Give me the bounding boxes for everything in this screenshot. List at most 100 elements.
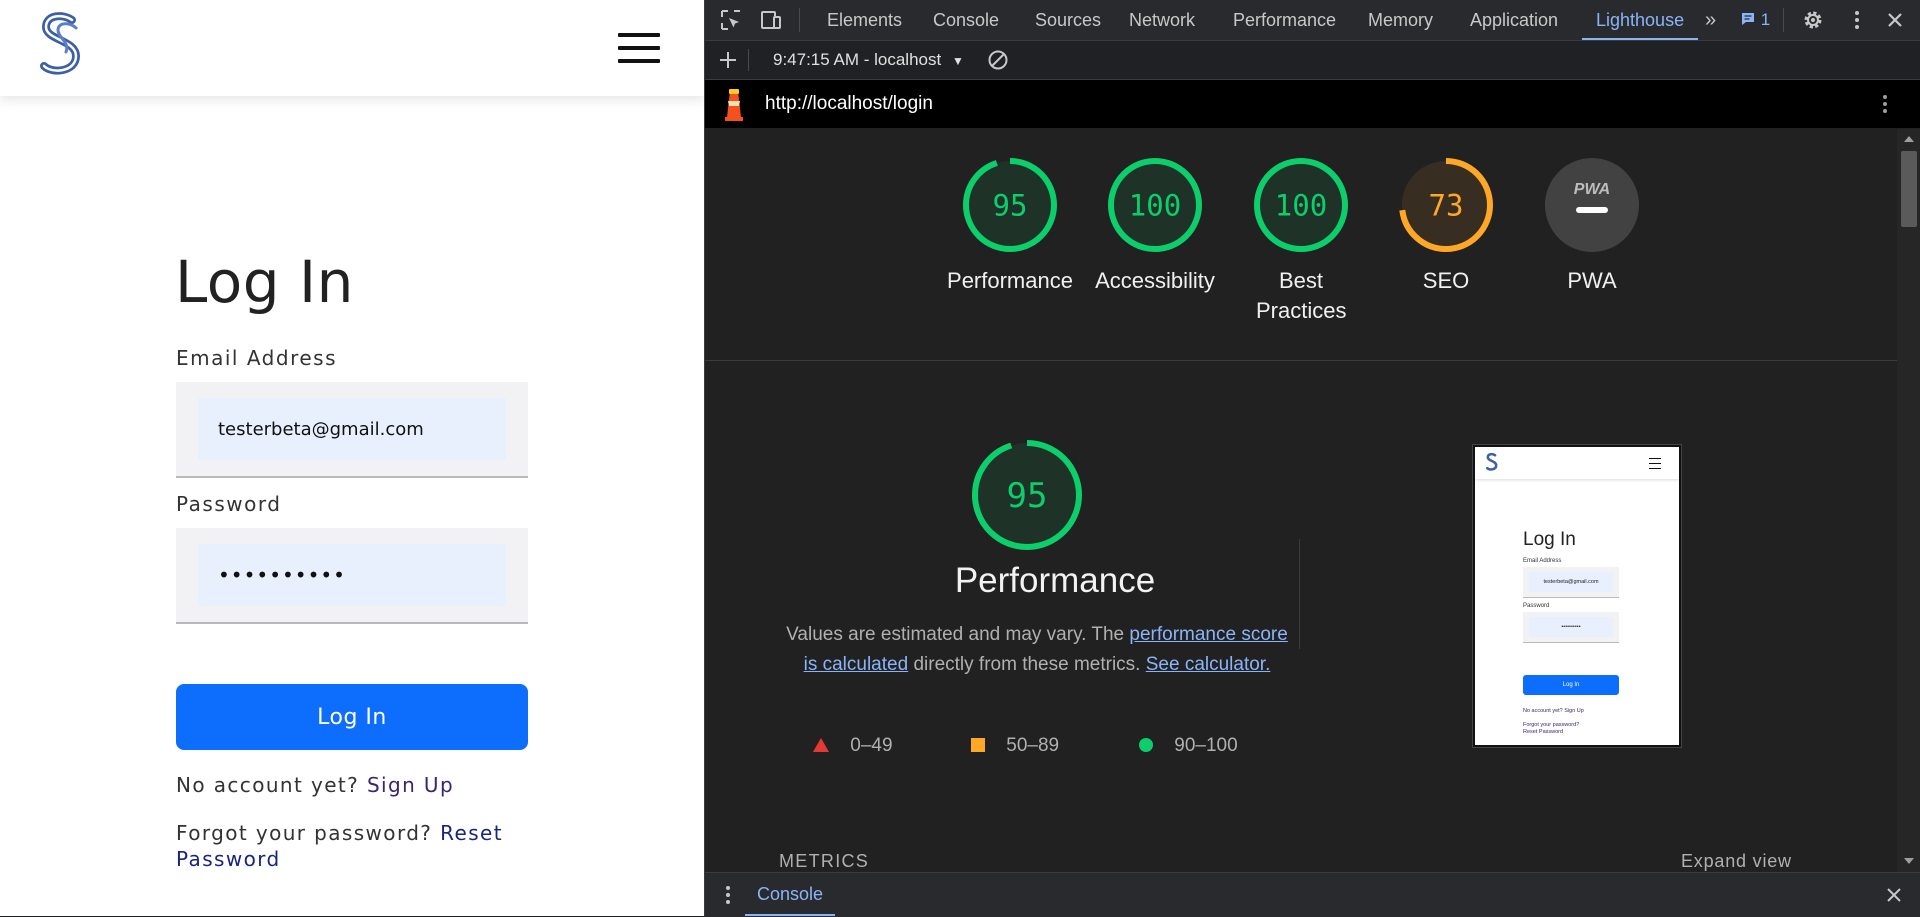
report-menu-icon[interactable] (1873, 92, 1897, 116)
password-input[interactable] (198, 544, 506, 606)
gauge-performance[interactable]: 95 Performance (935, 155, 1085, 296)
red-triangle-icon (813, 738, 829, 752)
scrollbar-thumb[interactable] (1901, 151, 1917, 227)
drawer-tab-console[interactable]: Console (745, 873, 836, 916)
clear-reports-icon[interactable] (987, 49, 1009, 71)
gauge-label: Accessibility (1095, 268, 1215, 293)
gauge-ring: 100 (1108, 158, 1202, 252)
thumb-password-label: Password (1523, 603, 1550, 609)
hamburger-menu-icon[interactable] (618, 33, 660, 63)
scroll-up-arrow-icon[interactable] (1903, 135, 1915, 143)
tab-sources[interactable]: Sources (1035, 0, 1101, 40)
gauge-ring: 95 (963, 158, 1057, 252)
legend-average-range: 50–89 (1006, 735, 1060, 756)
tab-lighthouse[interactable]: Lighthouse (1581, 0, 1699, 40)
new-report-plus-icon[interactable] (717, 49, 739, 71)
gauge-seo[interactable]: 73 SEO (1371, 155, 1521, 296)
tab-elements[interactable]: Elements (827, 0, 902, 40)
thumbnail-logo-icon (1485, 452, 1498, 471)
issues-counter[interactable]: 1 (1740, 8, 1770, 32)
gauge-best-practices[interactable]: 100 Best Practices (1226, 155, 1376, 326)
pwa-dash-icon (1576, 207, 1608, 213)
gauge-score: 100 (1275, 188, 1327, 222)
legend-average: 50–89 (971, 735, 1059, 757)
thumb-reset-text: Reset Password (1523, 729, 1564, 735)
legend-fail: 0–49 (813, 735, 893, 757)
login-page: Log In Email Address Password Log In No … (0, 0, 704, 916)
thumb-email-label: Email Address (1523, 558, 1562, 564)
gauge-score: 95 (993, 188, 1028, 222)
gauge-pwa[interactable]: PWA PWA (1517, 155, 1667, 296)
metrics-heading: METRICS (779, 851, 870, 871)
lighthouse-logo-icon (725, 89, 743, 121)
report-url-bar: http://localhost/login (705, 80, 1920, 128)
device-toolbar-icon[interactable] (759, 8, 783, 32)
report-selector-label: 9:47:15 AM - localhost (773, 50, 942, 69)
gauge-ring: 73 (1399, 158, 1493, 252)
see-calculator-link[interactable]: See calculator. (1146, 654, 1271, 675)
performance-main-gauge: 95 (972, 440, 1082, 550)
tab-network[interactable]: Network (1129, 0, 1195, 40)
thumb-title: Log In (1523, 529, 1576, 550)
legend-pass: 90–100 (1139, 735, 1238, 757)
thumb-password-value: •••••••••• (1529, 617, 1613, 637)
dropdown-caret-icon: ▼ (951, 54, 964, 68)
lighthouse-report: 95 Performance 100 Accessibility 100 Best Pra… (705, 129, 1897, 872)
performance-title: Performance (954, 561, 1156, 600)
gauge-ring: 100 (1254, 158, 1348, 252)
tab-console[interactable]: Console (933, 0, 999, 40)
report-scrollbar[interactable] (1897, 129, 1920, 872)
tab-application[interactable]: Application (1470, 0, 1558, 40)
gauge-score: 100 (1129, 188, 1181, 222)
thumb-login-button: Log In (1523, 675, 1619, 695)
thumb-email-field: testerbeta@gmail.com (1523, 567, 1619, 598)
email-field-wrapper (176, 382, 528, 478)
gauge-score: 73 (1429, 188, 1464, 222)
gauge-score: 95 (1007, 476, 1048, 516)
tab-performance[interactable]: Performance (1233, 0, 1336, 40)
desc-middle: directly from these metrics. (913, 654, 1141, 675)
gauge-label: PWA (1567, 268, 1617, 293)
devtools-panel: Elements Console Sources Network Perform… (704, 0, 1920, 917)
close-devtools-icon[interactable] (1883, 8, 1907, 32)
gauge-ring: PWA (1545, 158, 1639, 252)
gauge-accessibility[interactable]: 100 Accessibility (1080, 155, 1230, 296)
green-circle-icon (1139, 738, 1153, 752)
email-input[interactable] (198, 398, 506, 460)
orange-square-icon (971, 738, 985, 752)
no-account-text: No account yet? (176, 773, 360, 797)
report-selector[interactable]: 9:47:15 AM - localhost ▼ (773, 41, 964, 79)
scroll-down-arrow-icon[interactable] (1903, 857, 1915, 865)
signup-helper: No account yet? Sign Up (176, 772, 454, 798)
password-label: Password (176, 492, 282, 516)
report-url[interactable]: http://localhost/login (765, 80, 933, 128)
gauge-label: SEO (1422, 268, 1470, 293)
expand-view-toggle[interactable]: Expand view (1681, 851, 1792, 872)
pwa-badge-text: PWA (1574, 181, 1610, 198)
desc-prefix: Values are estimated and may vary. The (786, 624, 1125, 645)
page-screenshot-thumbnail[interactable]: Log In Email Address testerbeta@gmail.co… (1472, 444, 1682, 748)
brand-logo[interactable] (36, 12, 86, 76)
thumb-signup-text: No account yet? Sign Up (1523, 708, 1584, 714)
legend-pass-range: 90–100 (1174, 735, 1238, 756)
more-options-icon[interactable] (1845, 8, 1869, 32)
gauge-label: Performance (947, 268, 1073, 293)
thumb-password-field: •••••••••• (1523, 612, 1619, 643)
tab-memory[interactable]: Memory (1368, 0, 1433, 40)
inspect-element-icon[interactable] (719, 8, 743, 32)
sign-up-link[interactable]: Sign Up (367, 773, 454, 797)
devtools-tab-bar: Elements Console Sources Network Perform… (705, 0, 1920, 41)
drawer-menu-icon[interactable] (723, 884, 733, 906)
page-title: Log In (175, 248, 354, 316)
more-tabs-icon[interactable]: » (1705, 0, 1716, 40)
console-drawer: Console (705, 872, 1920, 917)
settings-gear-icon[interactable] (1801, 8, 1825, 32)
issues-count: 1 (1760, 10, 1771, 29)
thumbnail-menu-icon (1649, 458, 1661, 469)
performance-description: Values are estimated and may vary. The p… (777, 620, 1297, 680)
email-label: Email Address (176, 346, 337, 370)
site-header (0, 0, 704, 96)
message-icon (1742, 13, 1754, 25)
close-drawer-icon[interactable] (1883, 884, 1905, 906)
login-button[interactable]: Log In (176, 684, 528, 750)
